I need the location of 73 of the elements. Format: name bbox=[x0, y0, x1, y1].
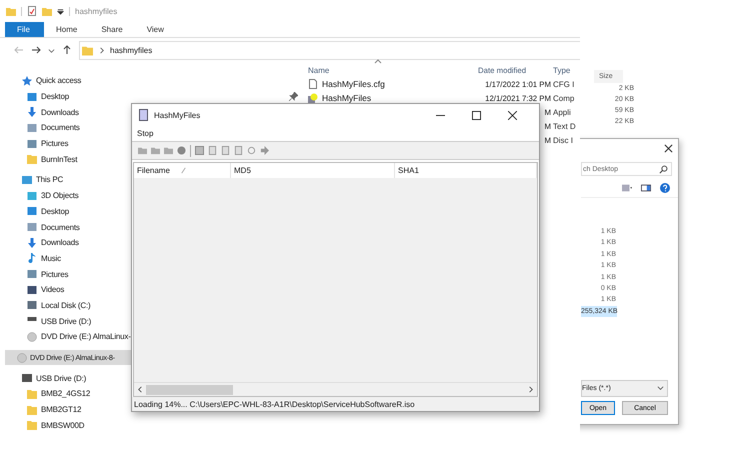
forward-arrow-icon[interactable] bbox=[31, 45, 41, 55]
horizontal-scrollbar[interactable] bbox=[134, 382, 537, 396]
nav-item[interactable]: Desktop bbox=[0, 204, 69, 220]
file-type: CFG I bbox=[553, 80, 574, 88]
file-type: Appli bbox=[553, 108, 571, 116]
chevron-down-icon bbox=[657, 385, 664, 392]
nav-item[interactable]: Downloads bbox=[0, 104, 79, 120]
ribbon-tab[interactable]: File bbox=[5, 22, 44, 37]
nav-item[interactable]: 3D Objects bbox=[0, 188, 79, 204]
nav-item[interactable]: This PC bbox=[0, 172, 64, 188]
file-type: Comp bbox=[553, 94, 574, 102]
folder-icon bbox=[27, 404, 37, 415]
close-icon[interactable] bbox=[664, 144, 673, 153]
disc-icon bbox=[17, 352, 27, 363]
scrollbar-thumb[interactable] bbox=[146, 384, 233, 394]
nav-item[interactable]: Pictures bbox=[0, 266, 68, 282]
window-title: HashMyFiles bbox=[154, 110, 200, 120]
down-arrow-icon bbox=[27, 238, 37, 248]
nav-item[interactable]: USB Drive (D:) bbox=[0, 313, 92, 329]
nav-item[interactable]: Local Disk (C:) bbox=[0, 298, 90, 314]
maximize-icon[interactable] bbox=[472, 110, 481, 120]
column-header[interactable]: Name bbox=[300, 66, 478, 74]
file-name[interactable]: HashMyFiles.cfg bbox=[322, 79, 385, 89]
address-bar[interactable]: hashmyfiles bbox=[79, 40, 580, 60]
file-type: Text D bbox=[553, 122, 576, 130]
properties-icon[interactable] bbox=[27, 6, 37, 16]
preview-pane-icon[interactable] bbox=[641, 183, 651, 193]
folder-icon bbox=[82, 44, 93, 56]
help-icon[interactable] bbox=[660, 183, 670, 193]
exit-icon[interactable] bbox=[260, 146, 269, 155]
nav-item[interactable]: DVD Drive (E:) AlmaLinux- bbox=[0, 329, 131, 345]
folder-icon bbox=[27, 154, 37, 164]
star-icon bbox=[22, 76, 32, 86]
nav-item[interactable]: Pictures bbox=[0, 136, 68, 152]
down-arrow-icon bbox=[27, 107, 37, 118]
file-name[interactable]: HashMyFiles bbox=[322, 93, 372, 103]
folder-icon[interactable] bbox=[42, 6, 52, 16]
column-header[interactable]: Type bbox=[551, 66, 570, 74]
file-icon bbox=[308, 79, 318, 89]
nav-item[interactable]: Documents bbox=[0, 120, 80, 136]
disc-icon bbox=[27, 332, 37, 342]
scroll-right-icon[interactable] bbox=[527, 386, 534, 393]
nav-item[interactable]: Downloads bbox=[0, 234, 79, 251]
close-icon[interactable] bbox=[508, 110, 517, 120]
nav-item[interactable]: BMBSW00D bbox=[0, 417, 84, 434]
caret-icon[interactable] bbox=[57, 8, 64, 14]
scroll-left-icon[interactable] bbox=[137, 386, 144, 393]
folder-icon bbox=[27, 420, 37, 430]
nav-item[interactable]: USB Drive (D:) bbox=[0, 370, 86, 386]
window-title: hashmyfiles bbox=[75, 6, 118, 16]
nav-item[interactable]: BMB2_4GS12 bbox=[0, 386, 90, 402]
folder-icon bbox=[6, 6, 16, 16]
nav-item[interactable]: Quick access bbox=[0, 73, 82, 89]
view-options-icon[interactable] bbox=[622, 183, 632, 193]
folder-icon bbox=[27, 388, 37, 399]
chevron-right-icon bbox=[98, 46, 105, 54]
nav-item[interactable]: BurnInTest bbox=[0, 151, 78, 168]
nav-item[interactable]: Music bbox=[0, 250, 61, 266]
menu-item[interactable]: Stop bbox=[137, 129, 154, 138]
ribbon-tab[interactable]: Home bbox=[44, 22, 90, 37]
back-arrow-icon[interactable] bbox=[14, 45, 24, 55]
chevron-down-icon[interactable] bbox=[48, 46, 55, 54]
status-text: Loading 14%... C:\Users\EPC-WHL-83-A1R\Desktop\ServiceHubSoftwareR.iso bbox=[134, 400, 415, 408]
nav-item[interactable]: Videos bbox=[0, 282, 64, 298]
nav-item[interactable]: BMB2GT12 bbox=[0, 402, 82, 418]
nav-item[interactable]: Documents bbox=[0, 219, 80, 235]
file-type: Disc I bbox=[553, 136, 573, 144]
music-note-icon bbox=[27, 253, 37, 264]
up-arrow-icon[interactable] bbox=[62, 45, 72, 55]
ribbon-tab[interactable]: View bbox=[134, 22, 176, 37]
pin-icon[interactable] bbox=[289, 92, 298, 102]
ribbon-tab[interactable]: Share bbox=[89, 22, 135, 37]
nav-item[interactable]: Desktop bbox=[0, 88, 69, 104]
